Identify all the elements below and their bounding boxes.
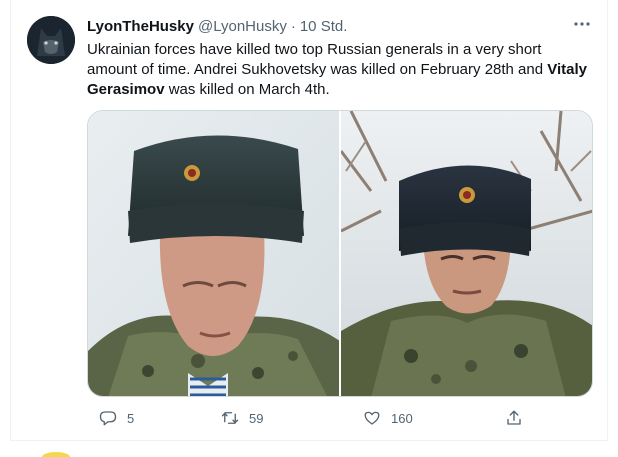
reply-icon [99,411,117,426]
tweet-header: LyonTheHusky @LyonHusky · 10 Std. [87,18,347,38]
avatar[interactable] [27,16,75,64]
next-avatar[interactable] [42,452,70,457]
like-button[interactable]: 160 [363,406,413,430]
share-button[interactable] [505,406,523,430]
user-handle[interactable]: @LyonHusky [198,18,287,35]
like-count: 160 [391,410,413,426]
photo-general-1 [88,111,339,396]
photo-right[interactable] [341,111,592,396]
next-tweet-preview [10,442,608,457]
separator: · [290,18,296,35]
more-button[interactable] [569,14,595,34]
tweet-media [87,110,593,397]
retweet-icon [221,412,239,424]
share-icon [507,410,521,425]
display-name[interactable]: LyonTheHusky [87,18,194,35]
tweet-card[interactable]: LyonTheHusky @LyonHusky · 10 Std. Ukrain… [10,0,608,441]
tweet-actions: 5 59 160 [87,406,521,430]
reply-count: 5 [127,410,135,426]
timestamp[interactable]: 10 Std. [300,18,348,35]
reply-button[interactable]: 5 [99,406,134,430]
photo-left[interactable] [88,111,339,396]
more-icon [574,22,590,26]
retweet-count: 59 [249,410,264,426]
photo-general-2 [341,111,592,396]
tweet-text-part2: was killed on March 4th. [164,81,330,98]
tweet-text-part1: Ukrainian forces have killed two top Rus… [87,41,548,78]
like-icon [364,411,380,425]
retweet-button[interactable]: 59 [221,406,263,430]
husky-avatar-image [27,16,75,64]
tweet-text: Ukrainian forces have killed two top Rus… [87,40,587,100]
